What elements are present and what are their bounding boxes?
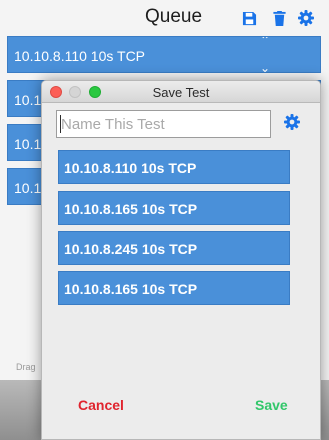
trash-icon[interactable] bbox=[271, 10, 287, 26]
queue-title: Queue bbox=[145, 6, 203, 27]
queue-item-label: 10.10.8.110 10s TCP bbox=[14, 48, 146, 64]
text-caret bbox=[60, 115, 61, 133]
cancel-button[interactable]: Cancel bbox=[78, 397, 124, 413]
test-list-item[interactable]: 10.10.8.165 10s TCP bbox=[58, 271, 290, 305]
gear-icon[interactable] bbox=[298, 10, 314, 26]
queue-item[interactable]: 10.10.8.110 10s TCP ⌃ ⌄ bbox=[7, 36, 321, 73]
gear-icon[interactable] bbox=[284, 114, 300, 130]
move-up-icon[interactable]: ⌃ bbox=[254, 37, 276, 46]
test-name-input[interactable] bbox=[56, 110, 271, 138]
save-button[interactable]: Save bbox=[255, 397, 288, 413]
dialog-title: Save Test bbox=[152, 85, 210, 100]
test-list-item[interactable]: 10.10.8.245 10s TCP bbox=[58, 231, 290, 265]
test-list-item[interactable]: 10.10.8.110 10s TCP bbox=[58, 150, 290, 184]
test-item-label: 10.10.8.165 10s TCP bbox=[64, 201, 198, 217]
save-test-dialog: Save Test 10.10.8.110 10s TCP 10.10.8.16… bbox=[41, 80, 321, 440]
dialog-titlebar: Save Test bbox=[42, 81, 320, 103]
test-item-label: 10.10.8.245 10s TCP bbox=[64, 241, 198, 257]
save-icon[interactable] bbox=[241, 10, 257, 26]
drag-hint-text: Drag bbox=[16, 362, 36, 372]
queue-header: Queue bbox=[0, 0, 329, 36]
move-down-icon[interactable]: ⌄ bbox=[254, 62, 276, 72]
test-list-item[interactable]: 10.10.8.165 10s TCP bbox=[58, 191, 290, 225]
test-item-label: 10.10.8.165 10s TCP bbox=[64, 281, 198, 297]
test-item-label: 10.10.8.110 10s TCP bbox=[64, 160, 197, 176]
